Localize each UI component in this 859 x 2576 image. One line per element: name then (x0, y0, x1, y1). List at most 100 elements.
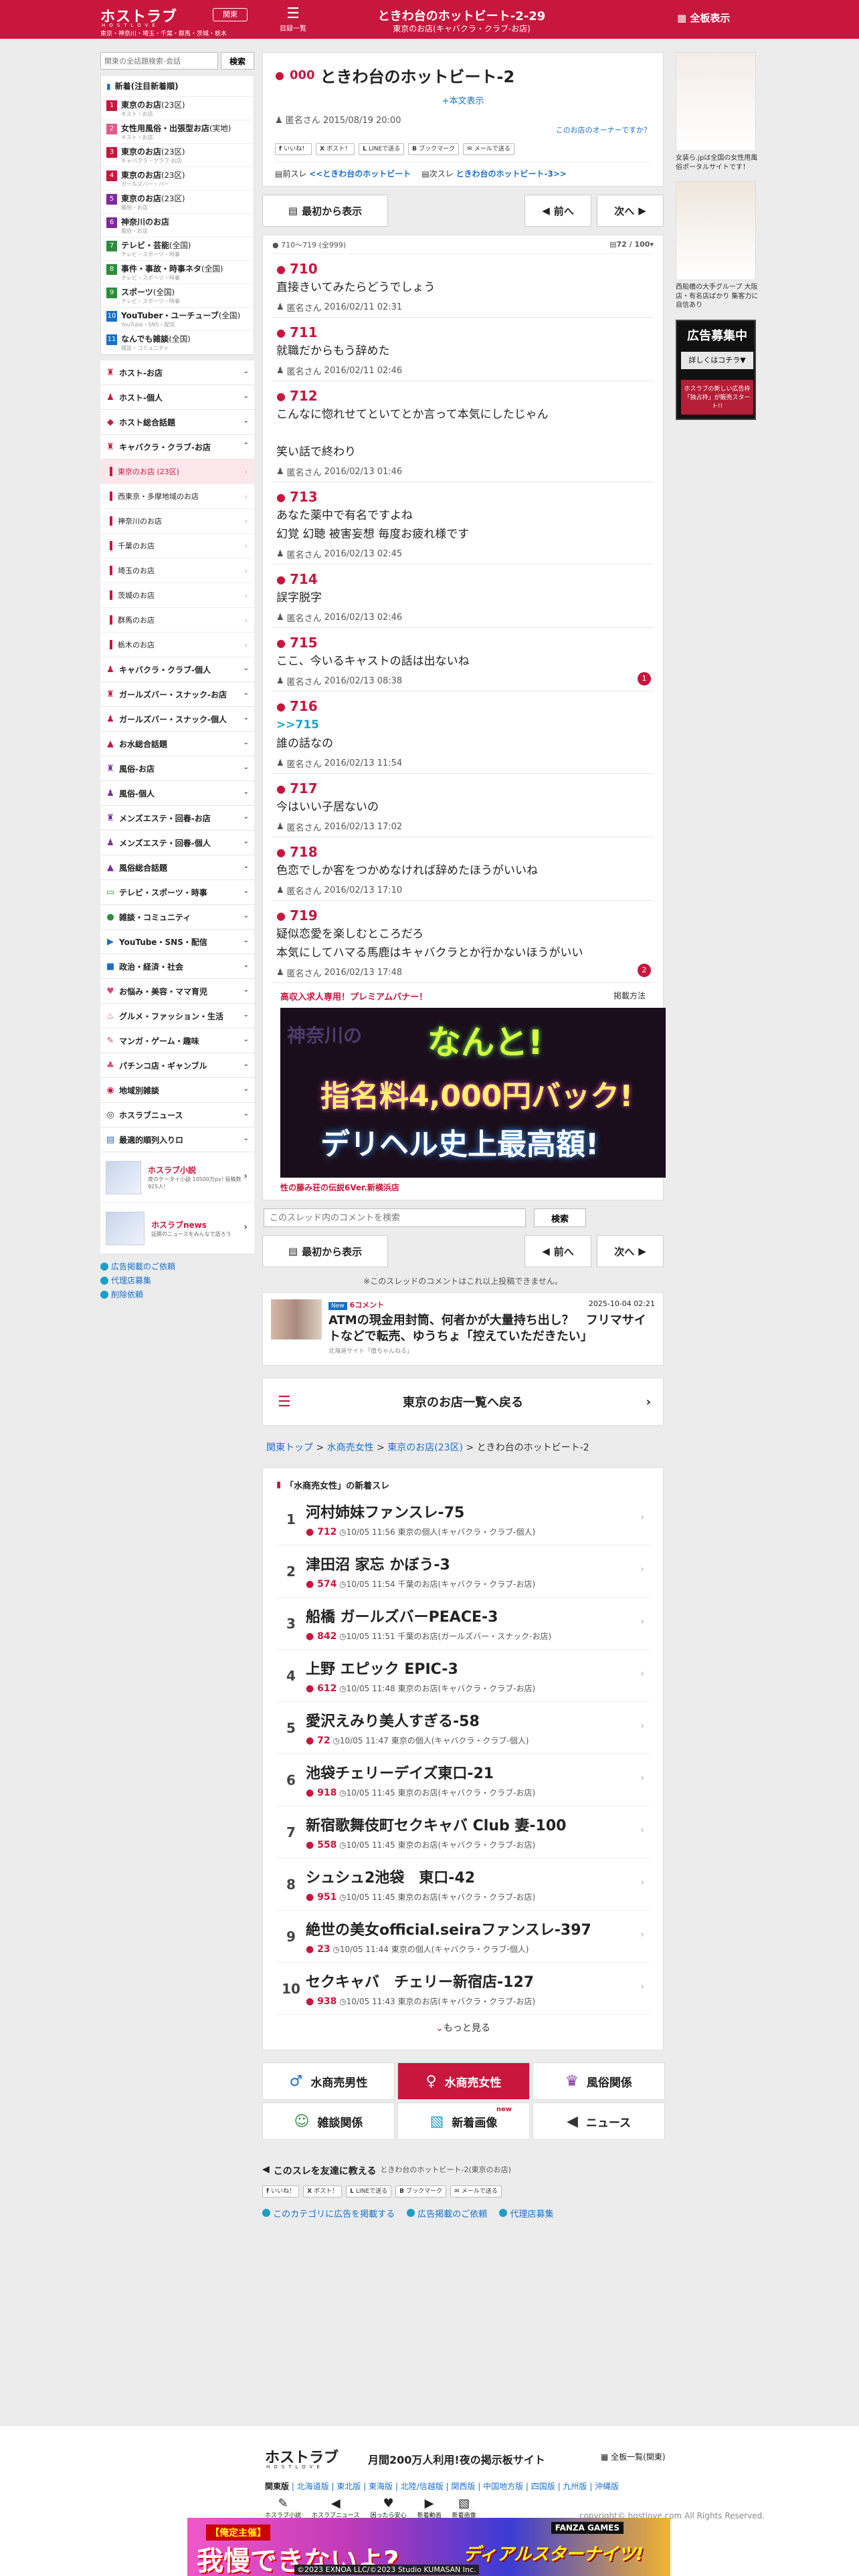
new-thread-item[interactable]: 9 スポーツ(全国) テレビ・スポーツ・時事 (101, 284, 254, 308)
sidebar-category[interactable]: ♥ お悩み・美容・ママ育児 ⌄ (100, 979, 254, 1004)
next-thread-link[interactable]: ときわ台のホットビート-3>> (456, 169, 567, 179)
sidebar-category[interactable]: ■ 政治・経済・社会 ⌄ (100, 954, 254, 979)
thread-search-input[interactable] (264, 1208, 526, 1227)
ad-nishifunabashi-caption[interactable]: 西船橋の大手グループ 大阪店・有名店ばかり 集客力に自信あり (676, 283, 759, 310)
sidebar-sub-item[interactable]: 西東京・多摩地域のお店 › (100, 484, 254, 509)
thread-search-button[interactable]: 検索 (534, 1208, 586, 1227)
post-number-text[interactable]: 711 (290, 324, 318, 340)
share-button[interactable]: f いいね！ (275, 143, 312, 155)
ranking-row[interactable]: 4 上野 エピック EPIC-3 ● 612 ◷10/05 11:48 東京のお店(… (276, 1650, 650, 1702)
share-button[interactable]: ✉ メールで送る (463, 143, 514, 155)
sidebar-sub-item[interactable]: 埼玉のお店 › (100, 558, 254, 583)
new-thread-item[interactable]: 8 事件・事故・時事ネタ(全国) テレビ・スポーツ・時事 (101, 261, 254, 284)
sidebar-category[interactable]: ▤ 最適的順列入りロ ⌄ (100, 1128, 254, 1152)
ranking-row[interactable]: 10 セクキャバ チェリー新宿店-127 ● 938 ◷10/05 11:43 東京… (276, 1963, 650, 2015)
sidebar-category[interactable]: ▭ テレビ・スポーツ・時事 ⌄ (100, 880, 254, 905)
sidebar-footer-link[interactable]: 代理店募集 (100, 1275, 254, 1286)
category-nav-item[interactable]: ▧ 新着画像 new (397, 2103, 530, 2140)
post-number-text[interactable]: 719 (290, 907, 318, 924)
category-nav-item[interactable]: ♀ 水商売女性 (397, 2062, 530, 2100)
new-thread-item[interactable]: 11 なんでも雑談(全国) 雑談・コミュニティ (101, 331, 254, 354)
sidebar-category[interactable]: ♣ パチンコ店・ギャンブル ⌄ (100, 1053, 254, 1078)
category-nav-item[interactable]: ♛ 風俗関係 (533, 2062, 665, 2100)
sidebar-sub-item[interactable]: 千葉のお店 › (100, 534, 254, 558)
footer-board-map[interactable]: ▦ 全板一覧(関東) (601, 2451, 666, 2462)
premium-banner-caption[interactable]: 性の藤み荘の伝説6Ver.新横浜店 (280, 1182, 646, 1193)
ranking-row[interactable]: 8 シュシュ2池袋 東口-42 ● 951 ◷10/05 11:45 東京のお店(キ… (276, 1858, 650, 1911)
post-number-text[interactable]: 714 (290, 571, 318, 587)
share-button[interactable]: ✉ メールで送る (450, 2185, 502, 2197)
new-thread-item[interactable]: 5 東京のお店(23区) 風俗・お店 (101, 191, 254, 214)
page-indicator[interactable]: ▤72 / 100▾ (609, 240, 654, 249)
share-button[interactable]: L LINEで送る (359, 143, 405, 155)
share-button[interactable]: B ブックマーク (395, 2185, 447, 2197)
post-number-text[interactable]: 713 (290, 489, 318, 505)
sidebar-category[interactable]: ◎ ホスラブニュース ⌄ (100, 1103, 254, 1128)
next-page-button-bottom[interactable]: 次へ ▶ (597, 1235, 664, 1267)
reply-count-badge[interactable]: 1 (638, 672, 651, 685)
ad-nishifunabashi-image[interactable] (676, 181, 756, 280)
footer-game-banner[interactable]: 【俺定主催】 我慢できないよ? ©2023 EXNOA LLC/©2023 St… (187, 2518, 670, 2576)
post-number-text[interactable]: 718 (290, 844, 318, 860)
news-item[interactable]: New 6コメント 2025-10-04 02:21 ATMの現金用封筒、何者かが… (262, 1292, 664, 1366)
share-button[interactable]: X ポスト！ (316, 143, 355, 155)
prev-thread[interactable]: ▤前スレ <<ときわ台のホットビート (275, 168, 411, 179)
ranking-row[interactable]: 9 絶世の美女official.seiraファンスレ-397 ● 23 ◷10/05… (276, 1911, 650, 1963)
sidebar-category[interactable]: ♟ キャバクラ・クラブ-個人 ⌄ (100, 657, 254, 682)
share-button[interactable]: B ブックマーク (408, 143, 460, 155)
area-select-button[interactable]: 関東 (213, 8, 248, 21)
reply-count-badge[interactable]: 2 (638, 964, 651, 977)
new-thread-item[interactable]: 6 神奈川のお店 風俗・お店 (101, 214, 254, 237)
ad-joso-caption[interactable]: 女装ら.jpは全国の女性用風俗ポータルサイトです！ (676, 154, 759, 172)
footer-area-links[interactable]: 北海道版 | 東北版 | 東海版 | 北陸/信越版 | 関西版 | 中国地方版 … (297, 2482, 619, 2491)
prev-page-button-bottom[interactable]: ◀ 前へ (524, 1235, 591, 1267)
sidebar-sub-item[interactable]: 東京のお店 (23区) › (100, 459, 254, 484)
sidebar-category[interactable]: ♟ 風俗-個人 ⌄ (100, 781, 254, 806)
category-nav-item[interactable]: ◀ ニュース (533, 2103, 665, 2140)
ad-joso-image[interactable] (676, 52, 756, 151)
reply-anchor-link[interactable]: >>715 (276, 716, 650, 734)
breadcrumb-item[interactable]: 関東トップ (266, 1442, 313, 1453)
owner-link[interactable]: このお店のオーナーですか？ (275, 124, 651, 135)
sidebar-category[interactable]: ▲ お水総合話題 ⌄ (100, 732, 254, 756)
first-page-button[interactable]: ▤ 最初から表示 (262, 195, 388, 227)
sidebar-category[interactable]: ♟ メンズエステ・回春-個人 ⌄ (100, 831, 254, 855)
sidebar-sub-item[interactable]: 茨城のお店 › (100, 583, 254, 608)
premium-banner-howto[interactable]: 掲載方法 (613, 990, 646, 1002)
share-button[interactable]: L LINEで送る (346, 2185, 392, 2197)
post-number-text[interactable]: 712 (290, 388, 318, 404)
sidebar-category[interactable]: ♟ ガールズバー・スナック-個人 ⌄ (100, 707, 254, 732)
sidebar-category[interactable]: ♨ グルメ・ファッション・生活 ⌄ (100, 1004, 254, 1029)
sidebar-footer-link[interactable]: 広告掲載のご依頼 (100, 1261, 254, 1272)
sidebar-sub-item[interactable]: 神奈川のお店 › (100, 509, 254, 534)
sidebar-category[interactable]: ♜ メンズエステ・回春-お店 ⌄ (100, 806, 254, 831)
sidebar-search-input[interactable] (100, 52, 218, 70)
ranking-row[interactable]: 7 新宿歌舞伎町セクキャバ Club 妻-100 ● 558 ◷10/05 11:4… (276, 1806, 650, 1858)
category-nav-item[interactable]: ♂ 水商売男性 (262, 2062, 395, 2100)
sidebar-category[interactable]: ♟ ホスト-個人 ⌄ (100, 385, 254, 410)
sidebar-category[interactable]: ♜ 風俗-お店 ⌄ (100, 756, 254, 781)
sidebar-sub-item[interactable]: 群馬のお店 › (100, 608, 254, 633)
share-button[interactable]: f いいね！ (262, 2185, 300, 2197)
sidebar-category[interactable]: ● 雑談・コミュニティ ⌄ (100, 905, 254, 930)
prev-page-button[interactable]: ◀ 前へ (524, 195, 591, 227)
sidebar-promo[interactable]: ホスラブnews 話題のニュースをみんなで語ろう › (100, 1203, 254, 1254)
footer-icon-link[interactable]: ♥ 困ったら安心 (371, 2496, 407, 2519)
sidebar-sub-item[interactable]: 栃木のお店 › (100, 633, 254, 657)
share-button[interactable]: X ポスト！ (303, 2185, 343, 2197)
next-page-button[interactable]: 次へ ▶ (597, 195, 664, 227)
next-thread[interactable]: ▤次スレ ときわ台のホットビート-3>> (421, 168, 567, 179)
sidebar-search-button[interactable]: 検索 (221, 52, 254, 70)
share-thread-link[interactable]: 代理店募集 (499, 2207, 553, 2220)
post-number-text[interactable]: 710 (290, 261, 318, 277)
breadcrumb-item[interactable]: 水商売女性 (327, 1442, 374, 1453)
full-board-button[interactable]: ▦ 全板表示 (677, 11, 730, 25)
footer-icon-link[interactable]: ✎ ホスラブ小説 (265, 2496, 301, 2519)
sidebar-category[interactable]: ♜ ガールズバー・スナック-お店 ⌄ (100, 682, 254, 707)
footer-icon-link[interactable]: ▧ 新着画像 (452, 2496, 476, 2519)
breadcrumb-item[interactable]: 東京のお店(23区) (387, 1442, 463, 1453)
ad-recruit-banner[interactable]: 広告募集中 詳しくはコチラ▼ ホスラブの新しい広告枠「独占枠」が販売スタート!! (676, 319, 756, 420)
category-nav-item[interactable]: ☺ 雑談関係 (262, 2103, 395, 2140)
premium-banner-image[interactable]: 神奈川の なんと! 指名料4,000円バック! デリヘル史上最高額! (280, 1008, 666, 1178)
ranking-row[interactable]: 1 河村姉妹ファンスレ-75 ● 712 ◷10/05 11:56 東京の個人(キャ… (276, 1493, 650, 1545)
